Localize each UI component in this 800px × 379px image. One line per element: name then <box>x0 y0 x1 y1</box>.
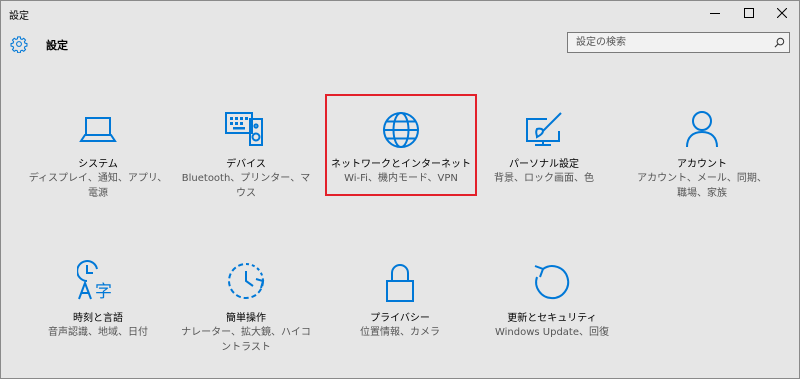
ease-of-access-icon <box>228 263 265 299</box>
tile-desc-line1: ディスプレイ、通知、アプリ、 <box>28 173 168 184</box>
svg-text:字: 字 <box>95 282 112 301</box>
tile-desc-line1: 背景、ロック画面、色 <box>494 173 594 184</box>
minimize-button[interactable] <box>698 1 732 25</box>
tile-label: 時刻と言語 <box>73 313 123 324</box>
title-bar: 設定 <box>1 1 799 25</box>
maximize-icon <box>744 8 754 18</box>
tile-desc-line1: Wi-Fi、機内モード、VPN <box>344 173 458 184</box>
tile-accounts[interactable]: アカウント アカウント、メール、同期、 職場、家族 <box>627 99 777 209</box>
search-box[interactable] <box>567 32 790 53</box>
tile-label: デバイス <box>226 159 266 170</box>
search-input[interactable] <box>568 33 776 52</box>
tile-desc-line2: 電源 <box>88 188 108 199</box>
close-button[interactable] <box>765 1 799 25</box>
window-title: 設定 <box>9 11 29 22</box>
tile-desc-line2: 職場、家族 <box>677 188 727 199</box>
close-icon <box>777 8 787 18</box>
tile-label: システム <box>78 159 118 170</box>
tile-ease-of-access[interactable]: 簡単操作 ナレーター、拡大鏡、ハイコ ントラスト <box>171 253 321 363</box>
tile-desc-line2: ウス <box>236 188 256 199</box>
tile-system[interactable]: システム ディスプレイ、通知、アプリ、 電源 <box>23 99 173 209</box>
update-icon <box>534 265 570 300</box>
tile-update-security[interactable]: 更新とセキュリティ Windows Update、回復 <box>477 253 627 363</box>
tile-desc-line1: Windows Update、回復 <box>494 327 610 338</box>
minimize-icon <box>710 13 720 14</box>
tile-time-language[interactable]: 字 時刻と言語 音声認識、地域、日付 <box>23 253 173 363</box>
search-icon[interactable] <box>774 37 785 48</box>
tile-label: パーソナル設定 <box>509 159 579 170</box>
paint-icon <box>526 112 562 146</box>
laptop-icon <box>79 117 117 142</box>
tile-desc-line2: ントラスト <box>221 342 271 353</box>
tile-label: 更新とセキュリティ <box>507 313 597 324</box>
page-title: 設定 <box>46 39 68 52</box>
person-icon <box>686 111 718 148</box>
tile-label: 簡単操作 <box>226 313 266 324</box>
gear-icon <box>10 36 28 53</box>
clock-language-icon: 字 <box>77 260 112 301</box>
tile-label: アカウント <box>677 159 727 170</box>
maximize-button[interactable] <box>732 1 766 25</box>
tile-label: ネットワークとインターネット <box>331 159 471 170</box>
tile-privacy[interactable]: プライバシー 位置情報、カメラ <box>325 253 475 363</box>
tile-desc-line1: アカウント、メール、同期、 <box>637 173 767 184</box>
tile-label: プライバシー <box>370 313 430 324</box>
tile-desc-line1: 音声認識、地域、日付 <box>48 327 148 338</box>
lock-icon <box>386 264 414 302</box>
tile-network-internet[interactable]: ネットワークとインターネット Wi-Fi、機内モード、VPN <box>325 94 477 196</box>
tile-desc-line1: ナレーター、拡大鏡、ハイコ <box>181 327 311 338</box>
tile-personalization[interactable]: パーソナル設定 背景、ロック画面、色 <box>469 99 619 209</box>
tile-devices[interactable]: デバイス Bluetooth、プリンター、マ ウス <box>171 99 321 209</box>
tile-desc-line1: Bluetooth、プリンター、マ <box>181 173 311 184</box>
tile-desc-line1: 位置情報、カメラ <box>360 327 440 338</box>
settings-window: 設定 設定 設定の検索 システム ディスプレイ、通知、アプリ、 電源 デバイス … <box>0 0 800 379</box>
keyboard-speaker-icon <box>225 112 263 146</box>
globe-icon <box>383 112 419 148</box>
